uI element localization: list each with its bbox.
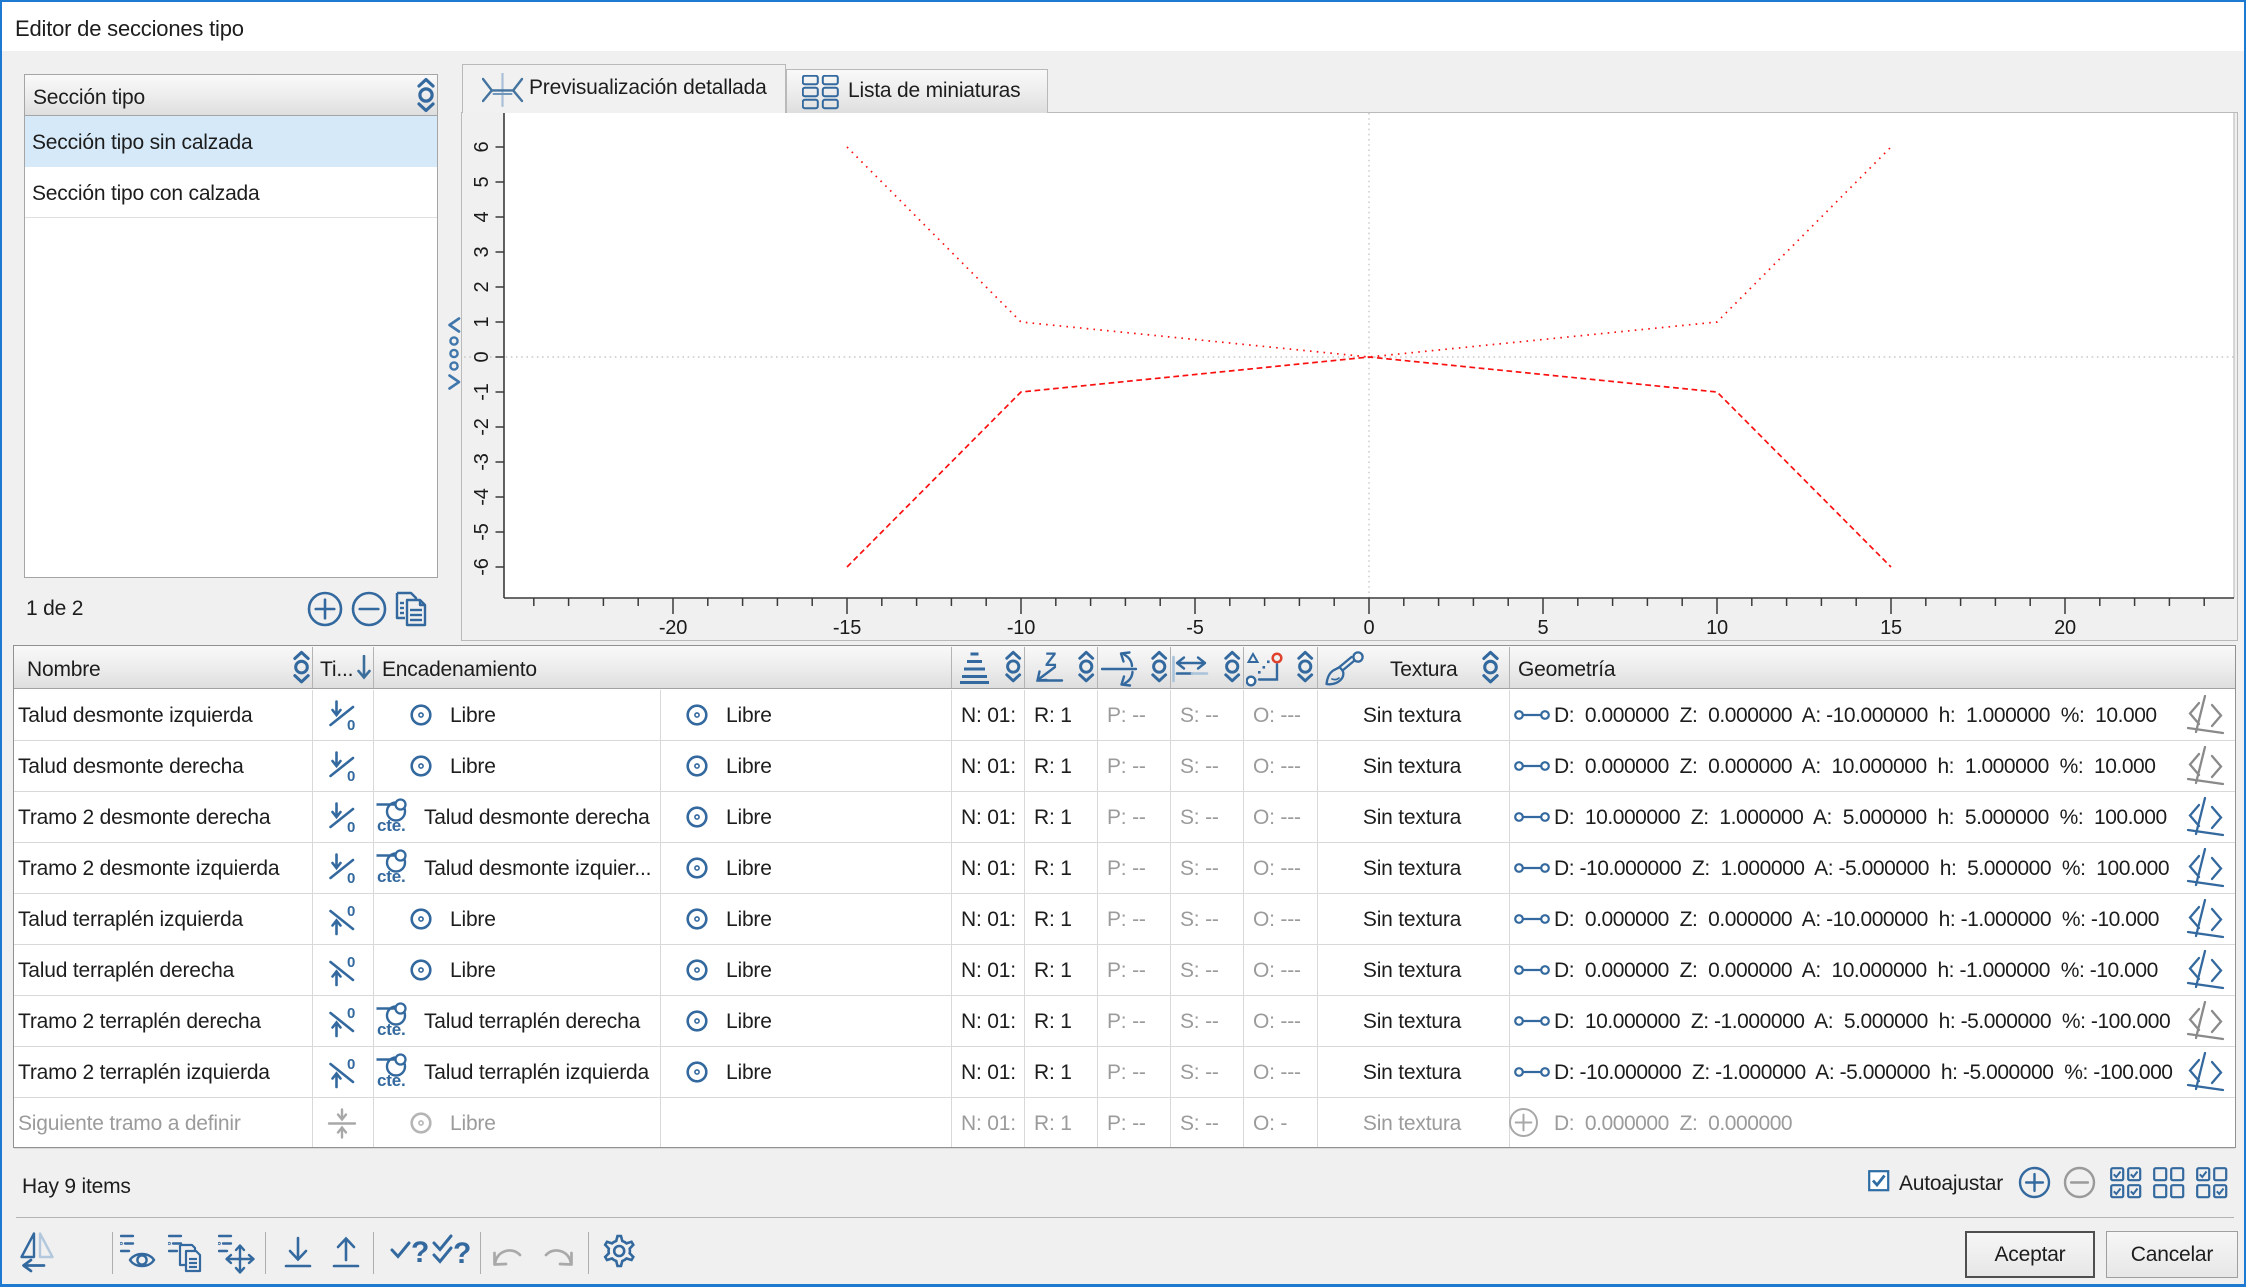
svg-text:-4: -4 [471, 488, 493, 505]
svg-text:-5: -5 [1186, 617, 1203, 639]
svg-text:0: 0 [347, 904, 355, 920]
svg-text:-15: -15 [833, 617, 861, 639]
svg-text:20: 20 [2054, 617, 2076, 639]
svg-text:15: 15 [1880, 617, 1902, 639]
svg-text:0: 0 [347, 717, 355, 731]
svg-text:-5: -5 [471, 523, 493, 540]
svg-text:0: 0 [1364, 617, 1375, 639]
svg-text:0: 0 [347, 768, 355, 782]
svg-text:?: ? [453, 1237, 471, 1270]
svg-text:5: 5 [471, 176, 493, 187]
svg-text:0: 0 [347, 870, 355, 884]
svg-text:2: 2 [471, 281, 493, 292]
svg-text:cte.: cte. [377, 867, 406, 886]
svg-text:6: 6 [471, 141, 493, 152]
svg-text:-6: -6 [471, 558, 493, 575]
svg-text:10: 10 [1706, 617, 1728, 639]
svg-text:0: 0 [347, 819, 355, 833]
svg-text:0: 0 [347, 955, 355, 971]
svg-text:0: 0 [471, 351, 493, 362]
svg-text:cte.: cte. [377, 816, 406, 835]
svg-text:-20: -20 [659, 617, 687, 639]
svg-text:4: 4 [471, 211, 493, 222]
svg-text:5: 5 [1538, 617, 1549, 639]
svg-text:3: 3 [471, 246, 493, 257]
svg-text:-1: -1 [471, 383, 493, 400]
svg-text:0: 0 [347, 1057, 355, 1073]
svg-text:0: 0 [347, 1006, 355, 1022]
svg-text:cte.: cte. [377, 1020, 406, 1039]
svg-text:cte.: cte. [377, 1071, 406, 1090]
svg-text:-2: -2 [471, 418, 493, 435]
svg-text:-3: -3 [471, 453, 493, 470]
svg-text:?: ? [411, 1236, 429, 1269]
svg-text:1: 1 [471, 316, 493, 327]
svg-text:-10: -10 [1007, 617, 1035, 639]
